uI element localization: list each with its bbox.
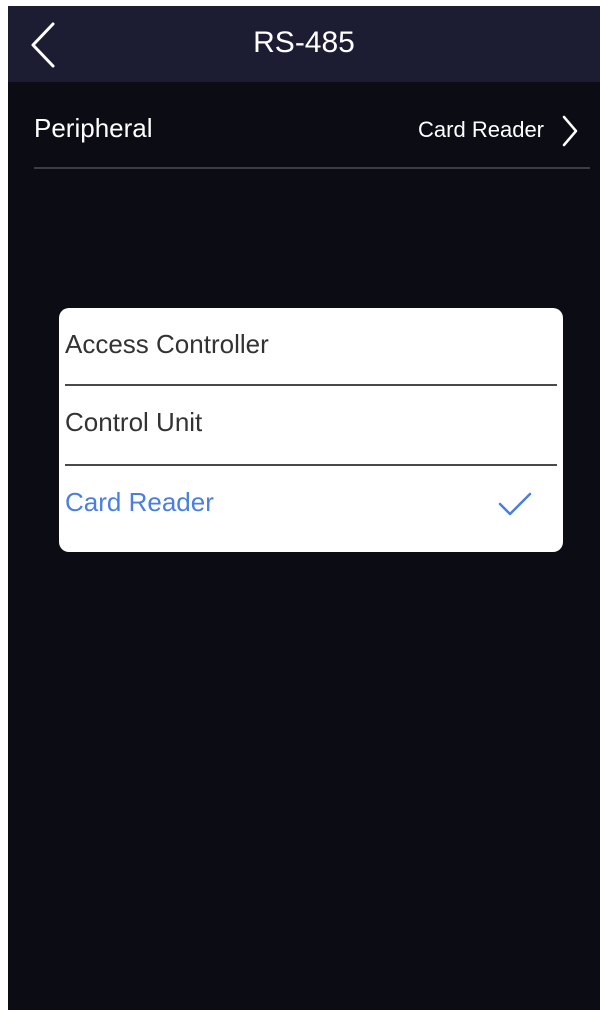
peripheral-row[interactable]: Peripheral Card Reader (34, 102, 590, 168)
peripheral-select-dialog: Access Controller Control Unit Card Read… (59, 308, 563, 552)
checkmark-icon (498, 492, 532, 516)
chevron-right-icon (562, 115, 578, 147)
top-bar: RS-485 (8, 6, 600, 82)
screen: RS-485 Peripheral Card Reader Access Con… (8, 6, 600, 1010)
option-control-unit[interactable]: Control Unit (59, 386, 563, 464)
page-title: RS-485 (253, 26, 355, 59)
divider (34, 167, 590, 169)
option-label: Control Unit (65, 407, 203, 437)
peripheral-value: Card Reader (418, 117, 544, 142)
option-label: Access Controller (65, 329, 269, 359)
option-label: Card Reader (65, 487, 214, 517)
option-card-reader[interactable]: Card Reader (59, 466, 563, 544)
option-access-controller[interactable]: Access Controller (59, 308, 563, 386)
peripheral-label: Peripheral (34, 113, 153, 143)
